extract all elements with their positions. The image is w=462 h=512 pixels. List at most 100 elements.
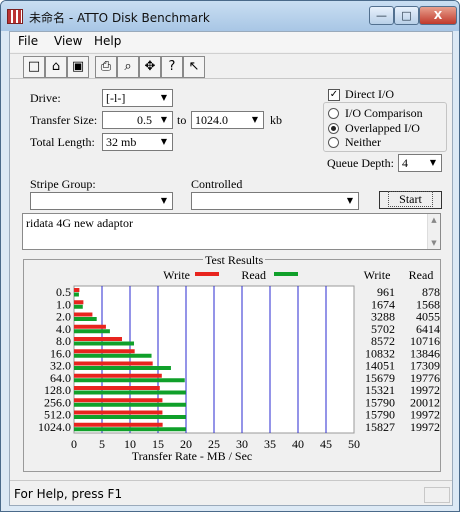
drive-select[interactable]: [-l-] ▼ (102, 89, 173, 107)
stripe-group-label: Stripe Group: (30, 177, 96, 191)
legend-read-label: Read (241, 268, 266, 282)
print-preview-icon[interactable]: ⌕ (117, 56, 139, 78)
write-bar (74, 386, 160, 390)
chevron-down-icon: ▼ (160, 137, 168, 146)
x-tick-label: 40 (292, 437, 304, 451)
write-bar (74, 398, 163, 403)
menu-file[interactable]: File (18, 34, 38, 48)
status-text: For Help, press F1 (14, 487, 123, 501)
read-bar (74, 341, 135, 346)
transfer-size-from-value: 0.5 (137, 113, 152, 127)
new-icon[interactable]: □ (23, 56, 45, 78)
transfer-size-label: Transfer Size: (30, 113, 98, 127)
write-bar (74, 324, 106, 329)
legend-read-swatch (274, 272, 298, 276)
direct-io-checkbox[interactable]: ✓ (328, 89, 340, 101)
neither-label: Neither (345, 135, 381, 149)
read-column-header: Read (409, 268, 434, 282)
drive-value: [-l-] (106, 91, 126, 105)
open-icon[interactable]: ⌂ (45, 56, 67, 78)
drive-label: Drive: (30, 91, 61, 105)
read-bar (74, 402, 187, 407)
write-value: 15827 (365, 420, 395, 434)
category-label: 1024.0 (38, 420, 71, 434)
maximize-button[interactable]: □ (394, 6, 419, 25)
status-bar: For Help, press F1 (10, 480, 452, 506)
scroll-down-icon[interactable]: ▼ (428, 239, 440, 247)
controlled-label: Controlled (191, 177, 243, 191)
title-bar[interactable]: 未命名 - ATTO Disk Benchmark — □ X (1, 1, 459, 31)
write-bar (74, 361, 153, 366)
x-tick-label: 5 (99, 437, 105, 451)
context-help-icon[interactable]: ↖ (183, 56, 205, 78)
read-bar (74, 304, 83, 309)
scroll-up-icon[interactable]: ▲ (428, 216, 440, 224)
read-bar (74, 353, 152, 358)
chevron-down-icon: ▼ (160, 93, 168, 102)
description-textarea[interactable]: ridata 4G new adaptor ▲ ▼ (22, 213, 441, 250)
read-bar (74, 378, 185, 383)
total-length-select[interactable]: 32 mb ▼ (102, 133, 173, 151)
read-bar (74, 390, 186, 395)
radio-selected-dot (331, 126, 336, 131)
read-bar (74, 366, 171, 370)
queue-depth-value: 4 (402, 156, 408, 170)
toolbar: □ ⌂ ▣ ⎙ ⌕ ✥ ? ↖ (10, 53, 452, 79)
resize-grip-icon[interactable] (424, 487, 450, 503)
menu-help[interactable]: Help (94, 34, 121, 48)
client-area: File View Help □ ⌂ ▣ ⎙ ⌕ ✥ ? ↖ Drive: [-… (9, 31, 453, 506)
read-bar (74, 427, 186, 432)
direct-io-label: Direct I/O (345, 87, 394, 101)
transfer-size-to-value: 1024.0 (195, 113, 228, 127)
transfer-size-to-select[interactable]: 1024.0 ▼ (191, 111, 264, 129)
overlapped-io-radio[interactable] (328, 123, 339, 134)
controlled-select[interactable]: ▼ (191, 192, 359, 210)
kb-label: kb (270, 113, 282, 127)
read-bar (74, 317, 97, 321)
close-button[interactable]: X (419, 6, 457, 25)
chevron-down-icon: ▼ (160, 115, 168, 124)
x-axis-label: Transfer Rate - MB / Sec (132, 449, 253, 463)
print-icon[interactable]: ⎙ (95, 56, 117, 78)
read-value: 19972 (410, 420, 440, 434)
queue-depth-label: Queue Depth: (327, 156, 394, 170)
read-bar (74, 292, 79, 297)
chevron-down-icon: ▼ (429, 158, 437, 167)
menu-bar: File View Help (10, 32, 452, 52)
x-tick-label: 50 (348, 437, 360, 451)
legend-write-swatch (195, 272, 219, 276)
move-icon[interactable]: ✥ (139, 56, 161, 78)
start-button-label: Start (388, 191, 433, 207)
write-column-header: Write (364, 268, 391, 282)
total-length-label: Total Length: (30, 135, 95, 149)
overlapped-io-label: Overlapped I/O (345, 121, 420, 135)
start-button[interactable]: Start (379, 191, 442, 209)
write-bar (74, 312, 93, 317)
write-bar (74, 288, 80, 292)
test-results-panel: Test Results Write Read Write Read 0 5 10 15 20 2… (23, 253, 441, 472)
menu-view[interactable]: View (54, 34, 82, 48)
write-bar (74, 337, 123, 341)
chevron-down-icon: ▼ (346, 196, 354, 205)
transfer-size-from-select[interactable]: 0.5 ▼ (102, 111, 173, 129)
read-bar (74, 329, 110, 334)
minimize-button[interactable]: — (369, 6, 394, 25)
stripe-group-select[interactable]: ▼ (30, 192, 173, 210)
chevron-down-icon: ▼ (251, 115, 259, 124)
atto-app-icon (7, 9, 23, 24)
save-icon[interactable]: ▣ (67, 56, 89, 78)
description-scrollbar[interactable]: ▲ ▼ (427, 214, 440, 249)
legend-write-label: Write (163, 268, 190, 282)
io-comparison-radio[interactable] (328, 108, 339, 119)
app-window: 未命名 - ATTO Disk Benchmark — □ X File Vie… (0, 0, 460, 512)
neither-radio[interactable] (328, 137, 339, 148)
queue-depth-select[interactable]: 4 ▼ (398, 154, 442, 172)
io-comparison-label: I/O Comparison (345, 106, 423, 120)
about-icon[interactable]: ? (161, 56, 183, 78)
window-title: 未命名 - ATTO Disk Benchmark (29, 11, 210, 25)
x-tick-label: 0 (71, 437, 77, 451)
x-tick-label: 45 (320, 437, 332, 451)
to-label: to (177, 113, 187, 127)
write-bar (74, 300, 84, 305)
x-tick-label: 35 (264, 437, 276, 451)
